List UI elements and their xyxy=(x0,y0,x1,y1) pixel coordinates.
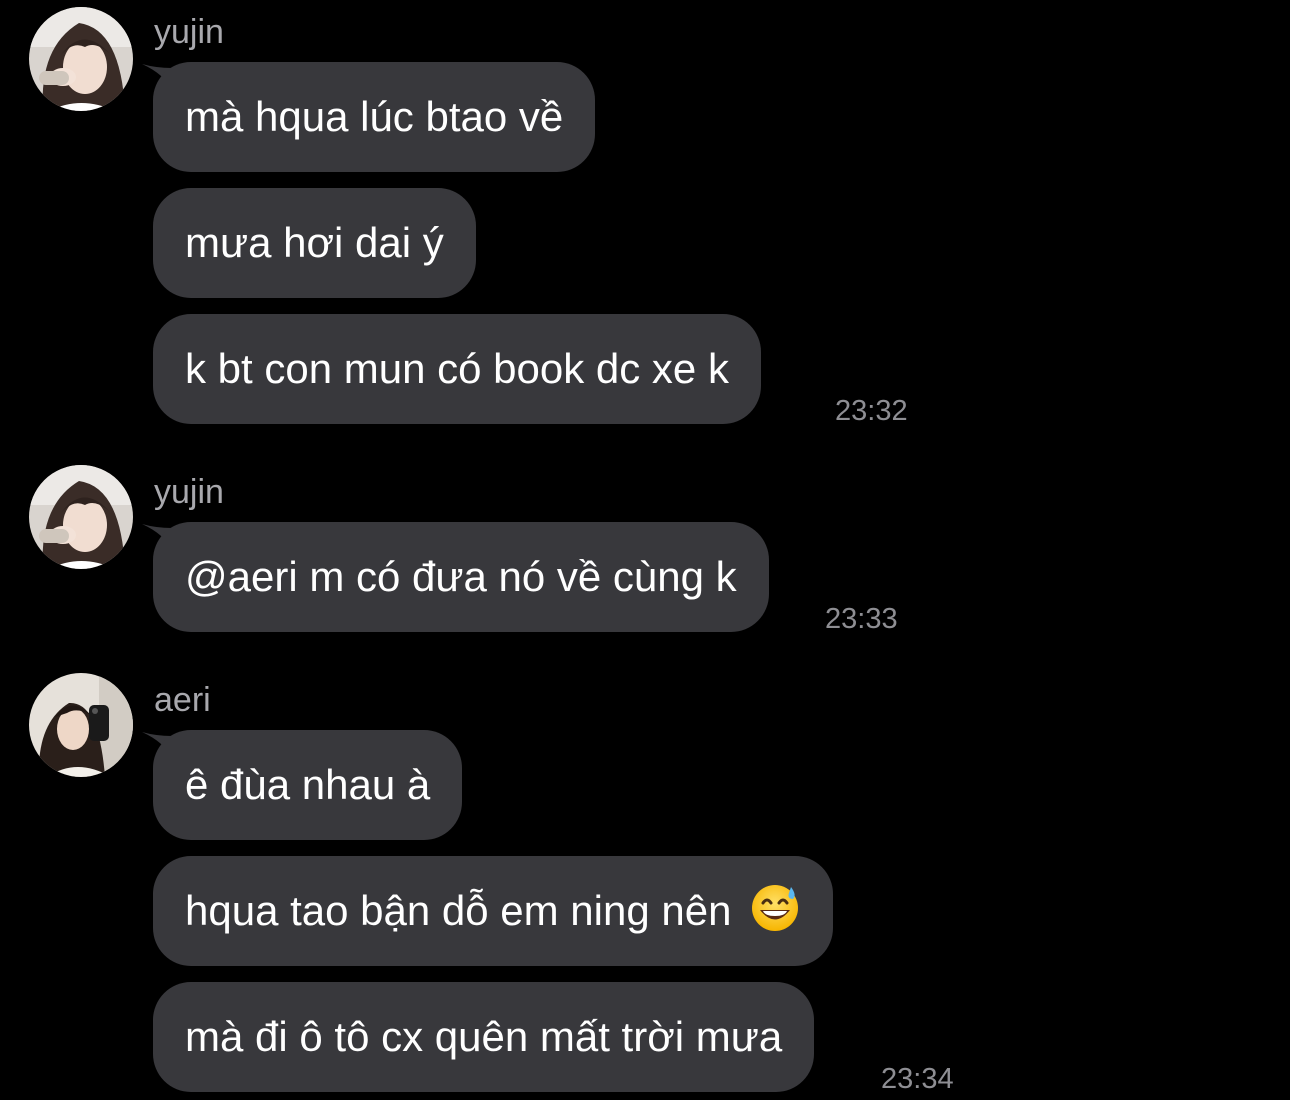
sender-name: yujin xyxy=(154,473,224,511)
timestamp: 23:32 xyxy=(835,395,908,427)
sender-name: yujin xyxy=(154,13,224,51)
timestamp: 23:33 xyxy=(825,603,898,635)
avatar[interactable] xyxy=(29,465,133,569)
avatar[interactable] xyxy=(29,673,133,777)
profile-photo-icon xyxy=(29,673,133,777)
message-bubble[interactable]: k bt con mun có book dc xe k xyxy=(153,314,761,424)
message-bubble[interactable]: ê đùa nhau à xyxy=(153,730,463,840)
timestamp: 23:34 xyxy=(881,1063,954,1095)
message-bubble[interactable]: mà đi ô tô cx quên mất trời mưa xyxy=(153,982,815,1092)
avatar[interactable] xyxy=(29,7,133,111)
profile-photo-icon xyxy=(29,7,133,111)
sender-name: aeri xyxy=(154,681,211,719)
message-text: hqua tao bận dỗ em ning nên xyxy=(185,887,732,934)
message-bubble[interactable]: hqua tao bận dỗ em ning nên xyxy=(153,856,834,966)
profile-photo-icon xyxy=(29,465,133,569)
message-bubble[interactable]: mưa hơi dai ý xyxy=(153,188,476,298)
message-bubble[interactable]: @aeri m có đưa nó về cùng k xyxy=(153,522,769,632)
grinning-face-with-sweat-icon xyxy=(752,885,799,931)
message-bubble[interactable]: mà hqua lúc btao về xyxy=(153,62,596,172)
